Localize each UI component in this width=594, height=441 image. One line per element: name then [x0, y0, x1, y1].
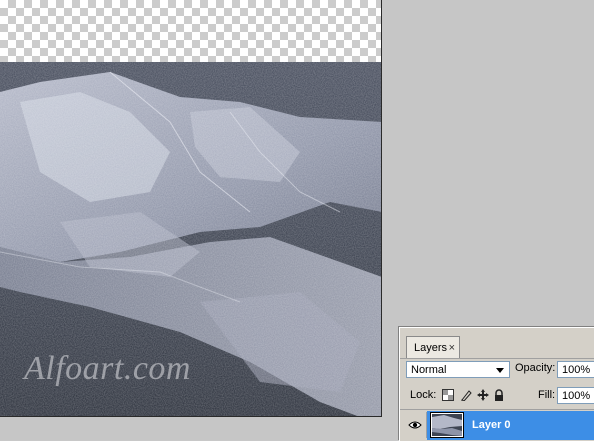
- layer-name: Layer 0: [472, 419, 511, 431]
- blend-opacity-row: Normal Opacity: 100%: [400, 359, 594, 381]
- watermark-text: Alfoart.com: [24, 350, 191, 387]
- panel-tab-bar: Layers ×: [400, 328, 594, 359]
- blend-mode-select[interactable]: Normal: [406, 361, 510, 378]
- transparency-checkerboard: [0, 0, 382, 62]
- fill-label: Fill:: [538, 389, 556, 401]
- dropdown-arrow-icon: [496, 368, 504, 373]
- lock-label: Lock:: [410, 389, 437, 401]
- lock-image-pixels-icon[interactable]: [460, 389, 472, 401]
- tab-close-icon[interactable]: ×: [449, 337, 455, 359]
- workspace: Alfoart.com Layers × Normal Opacity: 100…: [0, 0, 594, 441]
- layer-row[interactable]: Layer 0: [400, 410, 594, 441]
- layer-selected-highlight[interactable]: Layer 0: [427, 411, 594, 440]
- fill-value: 100%: [562, 390, 591, 402]
- tab-layers[interactable]: Layers ×: [406, 336, 460, 358]
- blend-mode-value: Normal: [411, 364, 447, 376]
- lock-position-icon[interactable]: [477, 389, 489, 401]
- layer-visibility-toggle[interactable]: [404, 412, 427, 438]
- lock-transparent-pixels-icon[interactable]: [442, 389, 454, 401]
- opacity-value: 100%: [562, 364, 591, 376]
- opacity-field[interactable]: 100%: [557, 361, 594, 378]
- canvas-edge-bottom: [0, 416, 382, 417]
- lock-fill-row: Lock: Fill: 100%: [400, 384, 594, 408]
- fill-field[interactable]: 100%: [557, 387, 594, 404]
- canvas-edge-right: [381, 0, 382, 417]
- tab-layers-label: Layers: [414, 342, 448, 354]
- opacity-label: Opacity:: [515, 362, 556, 374]
- layers-panel: Layers × Normal Opacity: 100% Lock: Fill…: [399, 327, 594, 441]
- eye-icon: [408, 421, 422, 429]
- lock-all-icon[interactable]: [493, 389, 505, 401]
- document-canvas[interactable]: Alfoart.com: [0, 0, 382, 417]
- layer-thumbnail: [430, 412, 464, 438]
